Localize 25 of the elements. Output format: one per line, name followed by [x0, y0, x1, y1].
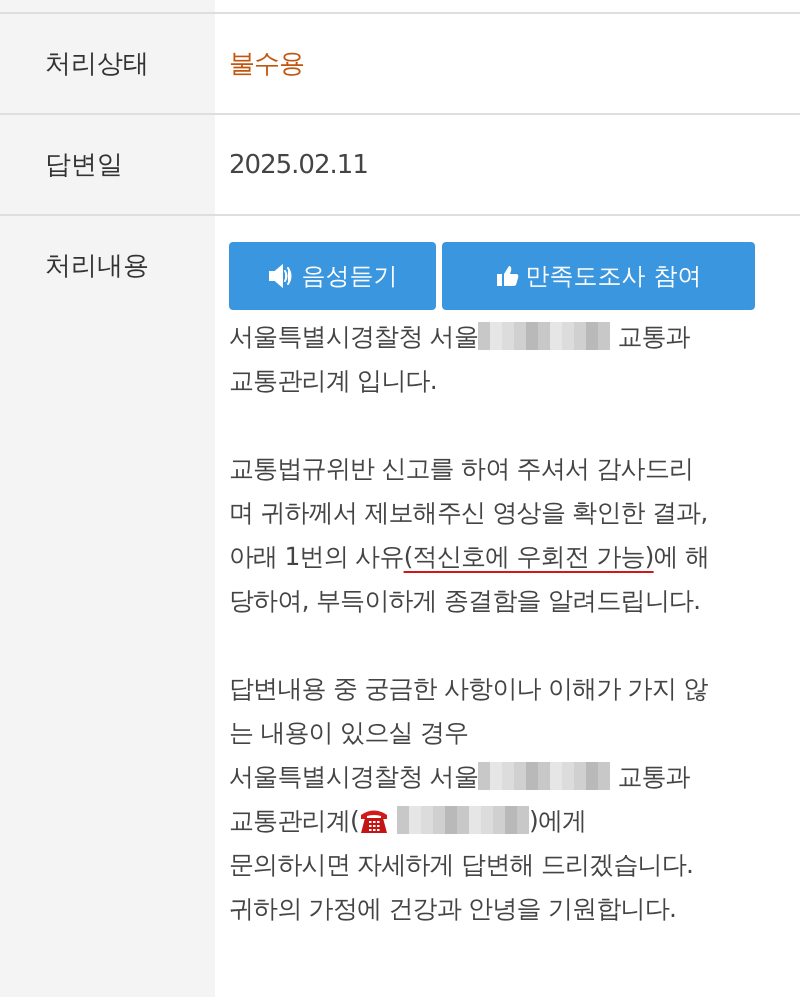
- listen-button[interactable]: 음성듣기: [229, 242, 436, 310]
- answer-text: 답변내용 중 궁금한 사항이나 이해가 가지 않: [229, 672, 708, 704]
- field-label: 답변일: [45, 149, 123, 182]
- answer-text: 아래 1번의 사유: [229, 540, 404, 572]
- survey-button[interactable]: 만족도조사 참여: [442, 242, 755, 310]
- field-label: 처리상태: [45, 48, 149, 81]
- answer-text: 교통과: [616, 320, 690, 352]
- answer-text: 는 내용이 있으실 경우: [229, 716, 468, 748]
- answer-text: 서울특별시경찰청 서울: [229, 320, 478, 352]
- answer-text: 서울특별시경찰청 서울: [229, 760, 478, 792]
- answer-text: )에게: [528, 804, 586, 836]
- answer-text: 교통과: [616, 760, 690, 792]
- answer-text: 교통관리계(: [229, 804, 359, 836]
- underlined-text: (적신호에 우회전 가능): [404, 540, 654, 572]
- status-value: 불수용: [229, 48, 304, 81]
- date-value: 2025.02.11: [229, 150, 368, 180]
- answer-text: 에 해: [654, 540, 710, 572]
- thumbs-up-icon: [496, 264, 520, 288]
- answer-text: 교통관리계 입니다.: [229, 364, 437, 396]
- answer-text: 귀하의 가정에 건강과 안녕을 기원합니다.: [229, 892, 676, 924]
- field-label: 처리내용: [45, 250, 149, 283]
- answer-text: 교통법규위반 신고를 하여 주셔서 감사드리: [229, 452, 694, 484]
- answer-text: 며 귀하께서 제보해주신 영상을 확인한 결과,: [229, 496, 708, 528]
- answer-text: 문의하시면 자세하게 답변해 드리겠습니다.: [229, 848, 694, 880]
- answer-text: 당하여, 부득이하게 종결함을 알려드립니다.: [229, 584, 700, 616]
